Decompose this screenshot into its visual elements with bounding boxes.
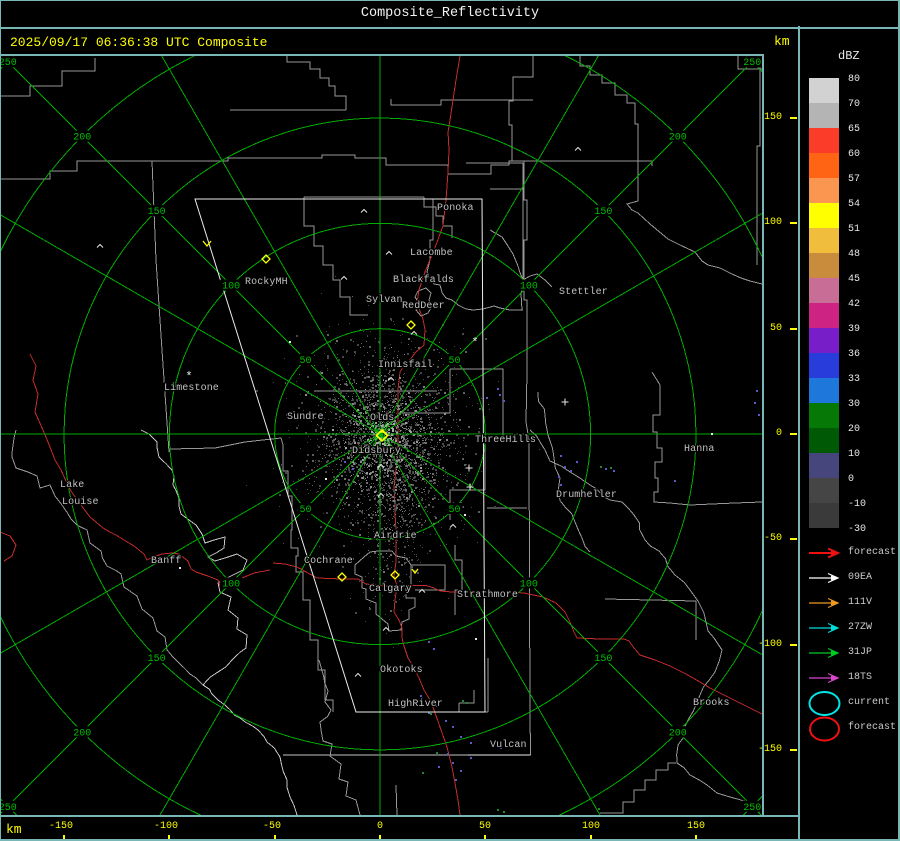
svg-text:100: 100	[520, 282, 538, 293]
svg-text:200: 200	[669, 728, 687, 739]
svg-text:*: *	[185, 370, 192, 384]
svg-text:*: *	[471, 336, 478, 350]
svg-text:Sylvan: Sylvan	[366, 294, 403, 306]
svg-text:Okotoks: Okotoks	[380, 664, 423, 676]
svg-text:Stettler: Stettler	[559, 286, 608, 298]
svg-text:50: 50	[448, 356, 460, 367]
svg-text:Sundre: Sundre	[287, 411, 324, 423]
svg-text:Calgary: Calgary	[369, 583, 412, 595]
svg-text:Strathmore: Strathmore	[457, 589, 518, 601]
svg-text:Louise: Louise	[62, 496, 99, 508]
svg-text:Innisfail: Innisfail	[378, 359, 433, 371]
svg-text:Ponoka: Ponoka	[437, 202, 474, 214]
svg-text:250: 250	[0, 803, 17, 814]
svg-text:250: 250	[0, 58, 17, 69]
svg-text:Limestone: Limestone	[164, 382, 219, 394]
svg-text:150: 150	[148, 207, 166, 218]
svg-text:Lake: Lake	[60, 479, 84, 491]
svg-text:150: 150	[594, 654, 612, 665]
svg-text:200: 200	[73, 133, 91, 144]
svg-text:Hanna: Hanna	[684, 444, 715, 455]
svg-text:Drumheller: Drumheller	[556, 489, 617, 501]
svg-text:HighRiver: HighRiver	[388, 698, 443, 710]
svg-text:50: 50	[448, 505, 460, 516]
svg-text:Banff: Banff	[151, 555, 182, 567]
svg-text:Airdrie: Airdrie	[374, 530, 417, 542]
svg-text:100: 100	[222, 282, 240, 293]
svg-text:Cochrane: Cochrane	[304, 555, 353, 567]
svg-text:50: 50	[299, 505, 311, 516]
svg-text:Didsbury: Didsbury	[352, 445, 401, 457]
svg-text:RockyMH: RockyMH	[245, 276, 288, 288]
svg-text:ThreeHills: ThreeHills	[475, 434, 536, 446]
svg-text:200: 200	[73, 728, 91, 739]
svg-text:Lacombe: Lacombe	[410, 247, 453, 259]
svg-text:250: 250	[743, 58, 761, 69]
svg-text:Blackfalds: Blackfalds	[393, 274, 454, 286]
svg-text:250: 250	[743, 803, 761, 814]
svg-text:Olds: Olds	[370, 412, 394, 424]
svg-text:50: 50	[299, 356, 311, 367]
svg-text:RedDeer: RedDeer	[402, 300, 445, 312]
svg-text:150: 150	[594, 207, 612, 218]
svg-text:Brooks: Brooks	[693, 697, 730, 709]
svg-text:100: 100	[222, 579, 240, 590]
svg-text:150: 150	[148, 654, 166, 665]
svg-text:Vulcan: Vulcan	[490, 739, 527, 751]
svg-text:200: 200	[669, 133, 687, 144]
svg-text:100: 100	[520, 579, 538, 590]
